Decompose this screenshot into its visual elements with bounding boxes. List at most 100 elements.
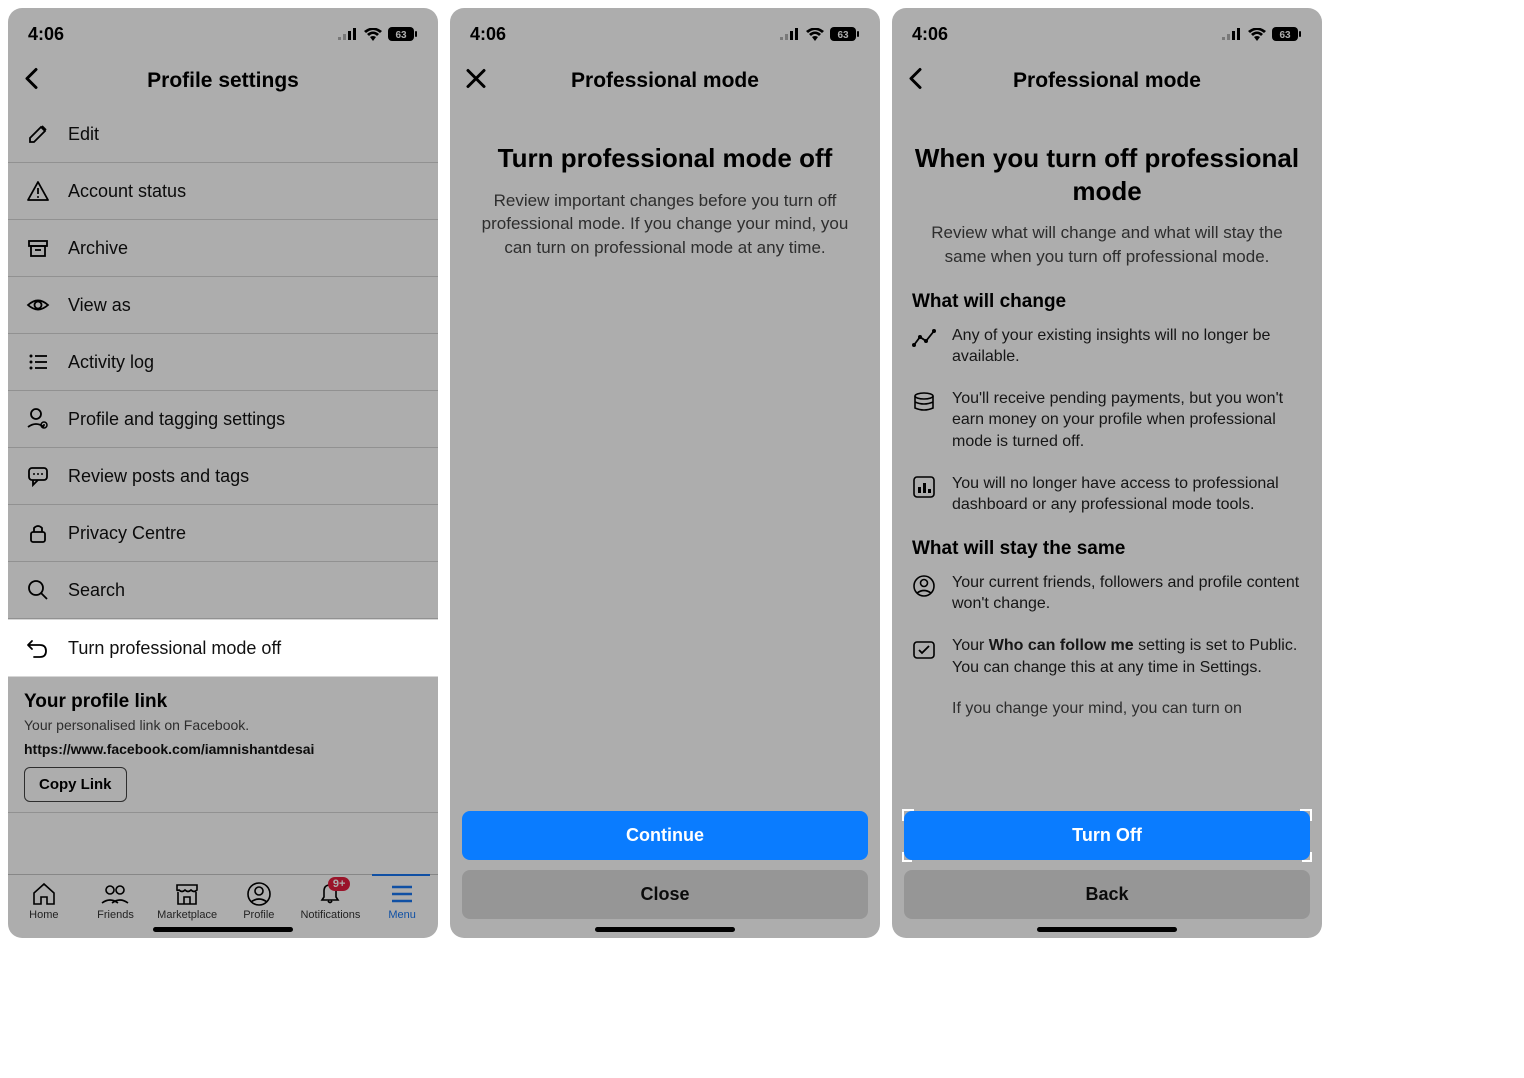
marketplace-icon xyxy=(174,881,200,907)
item-label: Search xyxy=(68,580,125,601)
status-bar: 4:06 63 xyxy=(450,8,880,56)
tab-label: Profile xyxy=(243,909,274,921)
stay-same-heading: What will stay the same xyxy=(912,538,1302,560)
item-view-as[interactable]: View as xyxy=(8,277,438,334)
bottom-button-area: Continue Close xyxy=(450,803,880,923)
main-heading: Turn professional mode off xyxy=(470,142,860,175)
back-icon[interactable] xyxy=(24,68,38,95)
status-time: 4:06 xyxy=(28,24,64,45)
svg-text:63: 63 xyxy=(837,30,849,41)
item-label: Activity log xyxy=(68,352,154,373)
item-label: Account status xyxy=(68,181,186,202)
item-label: Turn professional mode off xyxy=(68,638,281,659)
battery-icon: 63 xyxy=(1272,27,1302,41)
pencil-icon xyxy=(24,122,52,146)
info-text: Your Who can follow me setting is set to… xyxy=(952,635,1302,678)
description-text: Review what will change and what will st… xyxy=(912,221,1302,269)
item-turn-off-professional-mode[interactable]: Turn professional mode off xyxy=(8,619,438,677)
close-icon[interactable] xyxy=(466,69,486,94)
archive-box-icon xyxy=(24,236,52,260)
item-account-status[interactable]: Account status xyxy=(8,163,438,220)
back-icon[interactable] xyxy=(908,68,922,95)
item-edit[interactable]: Edit xyxy=(8,106,438,163)
dashboard-icon xyxy=(912,475,936,499)
lock-icon xyxy=(24,521,52,545)
continue-button[interactable]: Continue xyxy=(462,811,868,860)
copy-link-button[interactable]: Copy Link xyxy=(24,767,127,802)
tab-home[interactable]: Home xyxy=(13,881,75,921)
main-heading: When you turn off professional mode xyxy=(912,142,1302,207)
item-privacy-centre[interactable]: Privacy Centre xyxy=(8,505,438,562)
same-item-friends: Your current friends, followers and prof… xyxy=(912,572,1302,615)
tab-profile[interactable]: Profile xyxy=(228,881,290,921)
item-review-posts[interactable]: Review posts and tags xyxy=(8,448,438,505)
home-indicator[interactable] xyxy=(1037,927,1177,932)
bell-icon: 9+ xyxy=(318,881,342,907)
status-right: 63 xyxy=(1222,27,1302,41)
checkbox-card-icon xyxy=(912,637,936,661)
profile-link-section: Your profile link Your personalised link… xyxy=(8,677,438,813)
cellular-signal-icon xyxy=(1222,28,1242,40)
warning-triangle-icon xyxy=(24,179,52,203)
back-button[interactable]: Back xyxy=(904,870,1310,919)
status-bar: 4:06 63 xyxy=(8,8,438,56)
page-title: Professional mode xyxy=(571,69,759,93)
change-item-payments: You'll receive pending payments, but you… xyxy=(912,388,1302,453)
tab-label: Menu xyxy=(388,909,416,921)
nav-bar: Professional mode xyxy=(450,56,880,106)
info-text: If you change your mind, you can turn on xyxy=(952,698,1242,724)
tab-friends[interactable]: Friends xyxy=(84,881,146,921)
nav-bar: Professional mode xyxy=(892,56,1322,106)
nav-bar: Profile settings xyxy=(8,56,438,106)
screen-turn-off-confirm: 4:06 63 Professional mode Turn professio… xyxy=(450,8,880,938)
item-profile-tagging[interactable]: Profile and tagging settings xyxy=(8,391,438,448)
tab-menu[interactable]: Menu xyxy=(371,881,433,921)
battery-icon: 63 xyxy=(388,27,418,41)
friends-icon xyxy=(100,881,130,907)
person-circle-icon xyxy=(912,574,936,598)
search-icon xyxy=(24,578,52,602)
turn-off-button[interactable]: Turn Off xyxy=(904,811,1310,860)
home-indicator[interactable] xyxy=(153,927,293,932)
close-button[interactable]: Close xyxy=(462,870,868,919)
item-label: Archive xyxy=(68,238,128,259)
status-time: 4:06 xyxy=(912,24,948,45)
cellular-signal-icon xyxy=(780,28,800,40)
screen-turn-off-details: 4:06 63 Professional mode When you turn … xyxy=(892,8,1322,938)
item-label: Edit xyxy=(68,124,99,145)
tab-bar: Home Friends Marketplace Profile 9+ Noti… xyxy=(8,874,438,923)
insights-icon xyxy=(912,327,936,351)
person-gear-icon xyxy=(24,407,52,431)
item-search[interactable]: Search xyxy=(8,562,438,619)
item-label: Review posts and tags xyxy=(68,466,249,487)
info-text: You will no longer have access to profes… xyxy=(952,473,1302,516)
profile-link-heading: Your profile link xyxy=(24,691,422,713)
wifi-icon xyxy=(806,28,824,41)
tab-active-indicator xyxy=(372,874,430,876)
eye-icon xyxy=(24,293,52,317)
profile-link-subtitle: Your personalised link on Facebook. xyxy=(24,717,422,733)
bottom-button-area: Turn Off Back xyxy=(892,803,1322,923)
will-change-heading: What will change xyxy=(912,291,1302,313)
tab-marketplace[interactable]: Marketplace xyxy=(156,881,218,921)
home-icon xyxy=(31,881,57,907)
home-indicator[interactable] xyxy=(595,927,735,932)
cellular-signal-icon xyxy=(338,28,358,40)
coins-icon xyxy=(912,390,936,414)
status-right: 63 xyxy=(780,27,860,41)
status-right: 63 xyxy=(338,27,418,41)
screen-profile-settings: 4:06 63 Profile settings Edit Account st… xyxy=(8,8,438,938)
item-archive[interactable]: Archive xyxy=(8,220,438,277)
profile-link-url: https://www.facebook.com/iamnishantdesai xyxy=(24,741,422,757)
item-activity-log[interactable]: Activity log xyxy=(8,334,438,391)
profile-icon xyxy=(247,881,271,907)
info-text: You'll receive pending payments, but you… xyxy=(952,388,1302,453)
tab-label: Home xyxy=(29,909,58,921)
svg-text:63: 63 xyxy=(395,30,407,41)
tab-label: Friends xyxy=(97,909,134,921)
tab-notifications[interactable]: 9+ Notifications xyxy=(299,881,361,921)
change-item-dashboard: You will no longer have access to profes… xyxy=(912,473,1302,516)
info-text: Your current friends, followers and prof… xyxy=(952,572,1302,615)
page-title: Professional mode xyxy=(1013,69,1201,93)
wifi-icon xyxy=(1248,28,1266,41)
